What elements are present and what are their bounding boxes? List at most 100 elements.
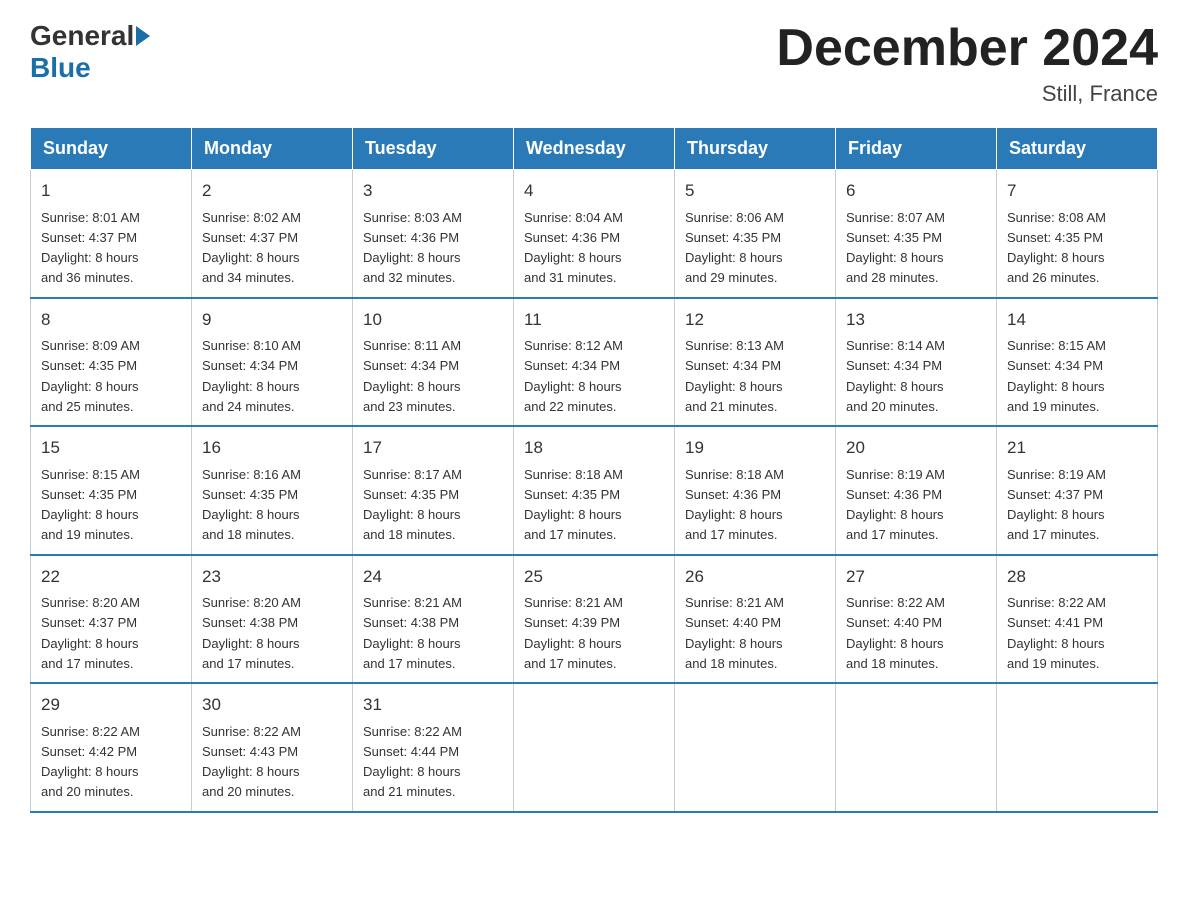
day-sunrise: Sunrise: 8:18 AMSunset: 4:35 PMDaylight:… (524, 467, 623, 543)
calendar-cell: 15 Sunrise: 8:15 AMSunset: 4:35 PMDaylig… (31, 426, 192, 555)
day-number: 17 (363, 435, 503, 461)
day-number: 12 (685, 307, 825, 333)
calendar-cell: 25 Sunrise: 8:21 AMSunset: 4:39 PMDaylig… (514, 555, 675, 684)
day-number: 31 (363, 692, 503, 718)
calendar-cell: 29 Sunrise: 8:22 AMSunset: 4:42 PMDaylig… (31, 683, 192, 812)
location-subtitle: Still, France (776, 81, 1158, 107)
calendar-week-row: 22 Sunrise: 8:20 AMSunset: 4:37 PMDaylig… (31, 555, 1158, 684)
day-number: 6 (846, 178, 986, 204)
day-number: 24 (363, 564, 503, 590)
calendar-week-row: 15 Sunrise: 8:15 AMSunset: 4:35 PMDaylig… (31, 426, 1158, 555)
calendar-cell: 22 Sunrise: 8:20 AMSunset: 4:37 PMDaylig… (31, 555, 192, 684)
day-sunrise: Sunrise: 8:02 AMSunset: 4:37 PMDaylight:… (202, 210, 301, 286)
day-number: 20 (846, 435, 986, 461)
day-sunrise: Sunrise: 8:19 AMSunset: 4:37 PMDaylight:… (1007, 467, 1106, 543)
day-number: 23 (202, 564, 342, 590)
day-number: 26 (685, 564, 825, 590)
day-number: 11 (524, 307, 664, 333)
day-sunrise: Sunrise: 8:21 AMSunset: 4:40 PMDaylight:… (685, 595, 784, 671)
day-sunrise: Sunrise: 8:13 AMSunset: 4:34 PMDaylight:… (685, 338, 784, 414)
calendar-cell: 27 Sunrise: 8:22 AMSunset: 4:40 PMDaylig… (836, 555, 997, 684)
logo-general-text: General (30, 20, 134, 52)
day-sunrise: Sunrise: 8:06 AMSunset: 4:35 PMDaylight:… (685, 210, 784, 286)
day-sunrise: Sunrise: 8:22 AMSunset: 4:44 PMDaylight:… (363, 724, 462, 800)
day-sunrise: Sunrise: 8:19 AMSunset: 4:36 PMDaylight:… (846, 467, 945, 543)
calendar-cell: 3 Sunrise: 8:03 AMSunset: 4:36 PMDayligh… (353, 170, 514, 298)
day-number: 22 (41, 564, 181, 590)
day-sunrise: Sunrise: 8:15 AMSunset: 4:35 PMDaylight:… (41, 467, 140, 543)
calendar-cell: 1 Sunrise: 8:01 AMSunset: 4:37 PMDayligh… (31, 170, 192, 298)
logo-blue-text: Blue (30, 52, 91, 84)
col-header-monday: Monday (192, 128, 353, 170)
day-number: 15 (41, 435, 181, 461)
calendar-cell: 4 Sunrise: 8:04 AMSunset: 4:36 PMDayligh… (514, 170, 675, 298)
day-sunrise: Sunrise: 8:07 AMSunset: 4:35 PMDaylight:… (846, 210, 945, 286)
calendar-header-row: SundayMondayTuesdayWednesdayThursdayFrid… (31, 128, 1158, 170)
col-header-saturday: Saturday (997, 128, 1158, 170)
day-number: 21 (1007, 435, 1147, 461)
day-number: 29 (41, 692, 181, 718)
calendar-cell (997, 683, 1158, 812)
calendar-cell (514, 683, 675, 812)
calendar-cell: 28 Sunrise: 8:22 AMSunset: 4:41 PMDaylig… (997, 555, 1158, 684)
day-number: 19 (685, 435, 825, 461)
day-sunrise: Sunrise: 8:21 AMSunset: 4:39 PMDaylight:… (524, 595, 623, 671)
day-number: 9 (202, 307, 342, 333)
day-number: 27 (846, 564, 986, 590)
day-number: 30 (202, 692, 342, 718)
day-sunrise: Sunrise: 8:20 AMSunset: 4:38 PMDaylight:… (202, 595, 301, 671)
day-number: 4 (524, 178, 664, 204)
calendar-cell: 16 Sunrise: 8:16 AMSunset: 4:35 PMDaylig… (192, 426, 353, 555)
calendar-cell: 5 Sunrise: 8:06 AMSunset: 4:35 PMDayligh… (675, 170, 836, 298)
calendar-cell: 31 Sunrise: 8:22 AMSunset: 4:44 PMDaylig… (353, 683, 514, 812)
calendar-week-row: 1 Sunrise: 8:01 AMSunset: 4:37 PMDayligh… (31, 170, 1158, 298)
calendar-cell: 17 Sunrise: 8:17 AMSunset: 4:35 PMDaylig… (353, 426, 514, 555)
calendar-cell: 24 Sunrise: 8:21 AMSunset: 4:38 PMDaylig… (353, 555, 514, 684)
day-sunrise: Sunrise: 8:14 AMSunset: 4:34 PMDaylight:… (846, 338, 945, 414)
logo: General Blue (30, 20, 152, 84)
day-number: 2 (202, 178, 342, 204)
col-header-sunday: Sunday (31, 128, 192, 170)
day-sunrise: Sunrise: 8:17 AMSunset: 4:35 PMDaylight:… (363, 467, 462, 543)
month-year-title: December 2024 (776, 20, 1158, 77)
calendar-table: SundayMondayTuesdayWednesdayThursdayFrid… (30, 127, 1158, 813)
calendar-cell: 11 Sunrise: 8:12 AMSunset: 4:34 PMDaylig… (514, 298, 675, 427)
day-number: 3 (363, 178, 503, 204)
day-number: 18 (524, 435, 664, 461)
day-number: 25 (524, 564, 664, 590)
col-header-friday: Friday (836, 128, 997, 170)
calendar-cell: 12 Sunrise: 8:13 AMSunset: 4:34 PMDaylig… (675, 298, 836, 427)
col-header-wednesday: Wednesday (514, 128, 675, 170)
calendar-cell: 7 Sunrise: 8:08 AMSunset: 4:35 PMDayligh… (997, 170, 1158, 298)
calendar-cell: 6 Sunrise: 8:07 AMSunset: 4:35 PMDayligh… (836, 170, 997, 298)
title-block: December 2024 Still, France (776, 20, 1158, 107)
calendar-cell: 2 Sunrise: 8:02 AMSunset: 4:37 PMDayligh… (192, 170, 353, 298)
day-sunrise: Sunrise: 8:21 AMSunset: 4:38 PMDaylight:… (363, 595, 462, 671)
day-sunrise: Sunrise: 8:04 AMSunset: 4:36 PMDaylight:… (524, 210, 623, 286)
calendar-cell (675, 683, 836, 812)
calendar-cell: 30 Sunrise: 8:22 AMSunset: 4:43 PMDaylig… (192, 683, 353, 812)
day-number: 8 (41, 307, 181, 333)
calendar-cell: 23 Sunrise: 8:20 AMSunset: 4:38 PMDaylig… (192, 555, 353, 684)
calendar-week-row: 8 Sunrise: 8:09 AMSunset: 4:35 PMDayligh… (31, 298, 1158, 427)
day-sunrise: Sunrise: 8:09 AMSunset: 4:35 PMDaylight:… (41, 338, 140, 414)
calendar-cell: 14 Sunrise: 8:15 AMSunset: 4:34 PMDaylig… (997, 298, 1158, 427)
day-number: 7 (1007, 178, 1147, 204)
day-sunrise: Sunrise: 8:08 AMSunset: 4:35 PMDaylight:… (1007, 210, 1106, 286)
logo-arrow-icon (136, 26, 150, 46)
calendar-cell: 18 Sunrise: 8:18 AMSunset: 4:35 PMDaylig… (514, 426, 675, 555)
page-header: General Blue December 2024 Still, France (30, 20, 1158, 107)
day-sunrise: Sunrise: 8:16 AMSunset: 4:35 PMDaylight:… (202, 467, 301, 543)
calendar-cell (836, 683, 997, 812)
col-header-thursday: Thursday (675, 128, 836, 170)
calendar-cell: 9 Sunrise: 8:10 AMSunset: 4:34 PMDayligh… (192, 298, 353, 427)
calendar-cell: 20 Sunrise: 8:19 AMSunset: 4:36 PMDaylig… (836, 426, 997, 555)
calendar-cell: 13 Sunrise: 8:14 AMSunset: 4:34 PMDaylig… (836, 298, 997, 427)
day-number: 1 (41, 178, 181, 204)
day-sunrise: Sunrise: 8:18 AMSunset: 4:36 PMDaylight:… (685, 467, 784, 543)
day-number: 5 (685, 178, 825, 204)
calendar-cell: 26 Sunrise: 8:21 AMSunset: 4:40 PMDaylig… (675, 555, 836, 684)
day-sunrise: Sunrise: 8:22 AMSunset: 4:43 PMDaylight:… (202, 724, 301, 800)
day-number: 10 (363, 307, 503, 333)
day-sunrise: Sunrise: 8:20 AMSunset: 4:37 PMDaylight:… (41, 595, 140, 671)
